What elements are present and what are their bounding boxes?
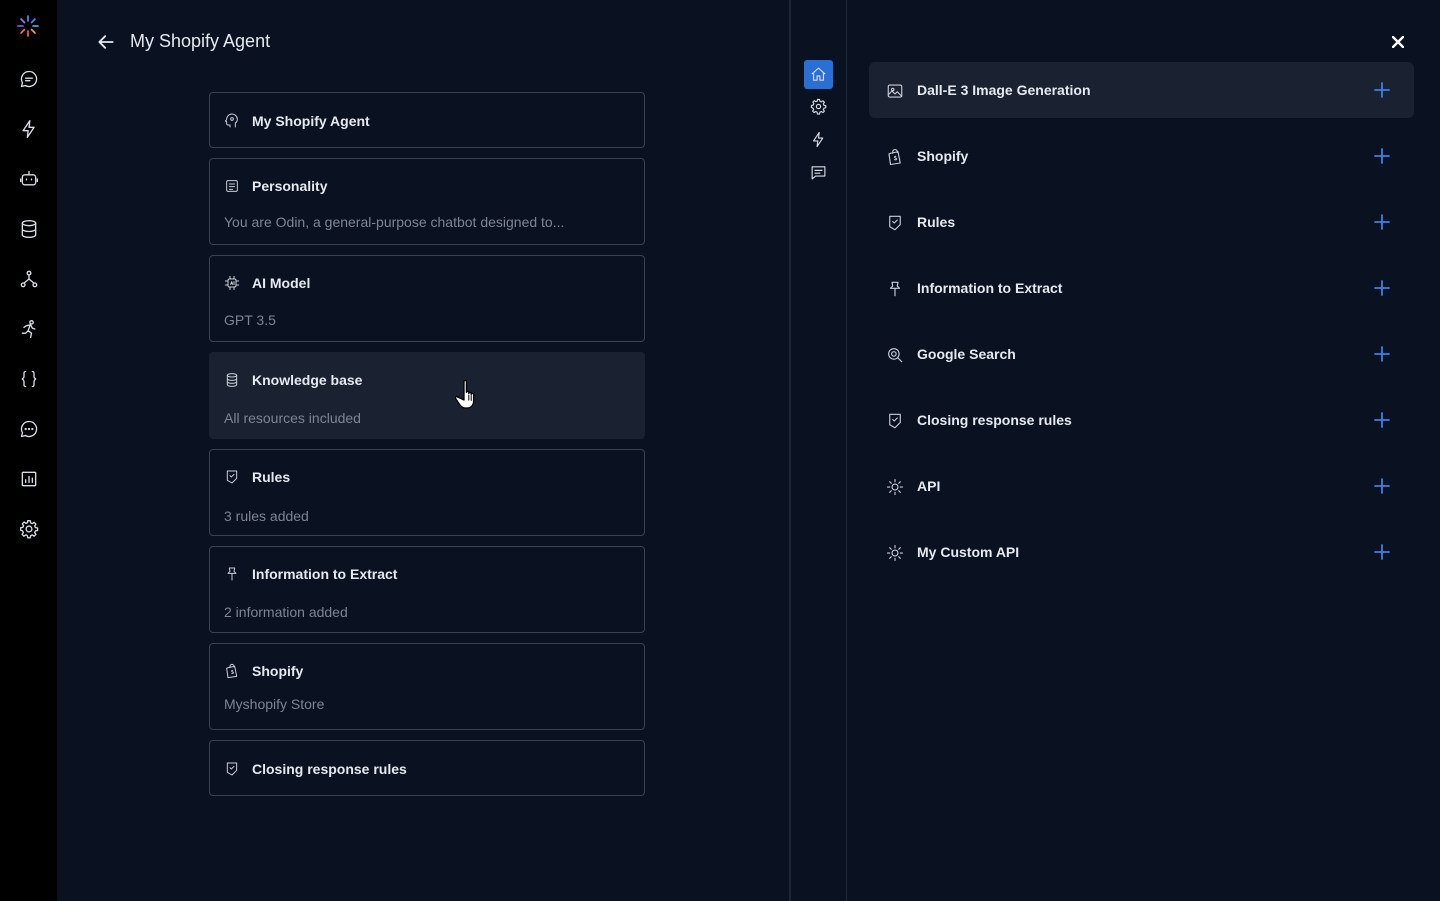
rail-bolt-icon[interactable] xyxy=(0,111,57,147)
card-personality[interactable]: Personality You are Odin, a general-purp… xyxy=(209,158,645,245)
card-title: Knowledge base xyxy=(252,372,363,388)
panel-icon-column xyxy=(791,0,847,901)
tool-item-my-custom-api[interactable]: My Custom API xyxy=(869,524,1414,580)
rules-shield-icon xyxy=(886,214,904,232)
rail-database-icon[interactable] xyxy=(0,211,57,247)
rail-network-icon[interactable] xyxy=(0,261,57,297)
shopify-bag-icon xyxy=(226,663,238,679)
closing-rules-icon xyxy=(226,762,238,776)
rail-settings-icon[interactable] xyxy=(0,511,57,547)
card-title: My Shopify Agent xyxy=(252,113,370,129)
tool-item-api[interactable]: API xyxy=(869,458,1414,514)
card-shopify[interactable]: Shopify Myshopify Store xyxy=(209,643,645,730)
tool-name: Information to Extract xyxy=(917,280,1063,296)
card-title: Information to Extract xyxy=(252,566,398,582)
card-subtitle: Myshopify Store xyxy=(224,696,325,712)
card-title: Personality xyxy=(252,178,328,194)
tool-name: Shopify xyxy=(917,148,969,164)
home-icon xyxy=(811,67,826,81)
card-title: Closing response rules xyxy=(252,761,407,777)
card-knowledge-base[interactable]: Knowledge base All resources included xyxy=(209,352,645,439)
tool-name: API xyxy=(917,478,941,494)
card-subtitle: 2 information added xyxy=(224,604,348,620)
card-ai-model[interactable]: AI Model GPT 3.5 xyxy=(209,255,645,342)
card-title: Rules xyxy=(252,469,291,485)
tool-item-google-search[interactable]: Google Search xyxy=(869,326,1414,382)
tool-name: Google Search xyxy=(917,346,1016,362)
add-plus-icon[interactable] xyxy=(1373,543,1391,561)
add-plus-icon[interactable] xyxy=(1373,147,1391,165)
shopify-bag-icon xyxy=(886,148,904,166)
api-gear-icon xyxy=(886,544,904,562)
bolt-icon xyxy=(812,131,824,148)
database-icon xyxy=(226,373,238,387)
app-logo-icon[interactable] xyxy=(16,14,40,38)
card-title: Shopify xyxy=(252,663,304,679)
extract-pin-icon xyxy=(886,280,904,298)
actions-tab-button[interactable] xyxy=(804,125,833,154)
card-subtitle: GPT 3.5 xyxy=(224,312,276,328)
rail-conversation-icon[interactable] xyxy=(0,411,57,447)
card-rules[interactable]: Rules 3 rules added xyxy=(209,449,645,536)
add-plus-icon[interactable] xyxy=(1373,213,1391,231)
page-title: My Shopify Agent xyxy=(130,31,271,51)
add-plus-icon[interactable] xyxy=(1373,345,1391,363)
nav-rail xyxy=(0,0,57,901)
messages-tab-button[interactable] xyxy=(804,158,833,187)
tool-name: Dall-E 3 Image Generation xyxy=(917,82,1091,98)
rail-analytics-icon[interactable] xyxy=(0,461,57,497)
settings-tab-button[interactable] xyxy=(804,92,833,121)
add-plus-icon[interactable] xyxy=(1373,81,1391,99)
card-agent-name[interactable]: My Shopify Agent xyxy=(209,92,645,148)
tool-name: Rules xyxy=(917,214,956,230)
rail-chat-icon[interactable] xyxy=(0,61,57,97)
gear-icon xyxy=(810,98,827,115)
message-icon xyxy=(811,166,826,180)
tool-name: Closing response rules xyxy=(917,412,1072,428)
card-information-to-extract[interactable]: Information to Extract 2 information add… xyxy=(209,546,645,633)
document-icon xyxy=(226,180,238,192)
tool-item-rules[interactable]: Rules xyxy=(869,194,1414,250)
close-icon[interactable] xyxy=(1388,32,1408,52)
tool-item-dalle[interactable]: Dall-E 3 Image Generation xyxy=(869,62,1414,118)
back-arrow-icon[interactable] xyxy=(94,30,118,54)
tool-item-closing-response-rules[interactable]: Closing response rules xyxy=(869,392,1414,448)
rail-run-icon[interactable] xyxy=(0,311,57,347)
tool-name: My Custom API xyxy=(917,544,1020,560)
ai-chip-icon xyxy=(224,275,240,291)
add-plus-icon[interactable] xyxy=(1373,477,1391,495)
search-icon xyxy=(886,346,904,364)
brain-icon xyxy=(224,113,238,128)
add-plus-icon[interactable] xyxy=(1373,279,1391,297)
rail-robot-icon[interactable] xyxy=(0,161,57,197)
card-title: AI Model xyxy=(252,275,311,291)
hand-cursor-icon xyxy=(455,379,475,409)
tool-item-information-to-extract[interactable]: Information to Extract xyxy=(869,260,1414,316)
image-icon xyxy=(886,82,904,100)
api-gear-icon xyxy=(886,478,904,496)
tool-item-shopify[interactable]: Shopify xyxy=(869,128,1414,184)
card-subtitle: 3 rules added xyxy=(224,508,309,524)
rail-code-icon[interactable] xyxy=(0,361,57,397)
card-subtitle: All resources included xyxy=(224,410,361,426)
add-plus-icon[interactable] xyxy=(1373,411,1391,429)
extract-pin-icon xyxy=(227,567,237,581)
home-tab-button[interactable] xyxy=(804,60,833,89)
card-closing-response-rules[interactable]: Closing response rules xyxy=(209,740,645,796)
card-subtitle: You are Odin, a general-purpose chatbot … xyxy=(224,214,565,230)
closing-rules-icon xyxy=(886,412,904,430)
rules-shield-icon xyxy=(226,470,238,484)
